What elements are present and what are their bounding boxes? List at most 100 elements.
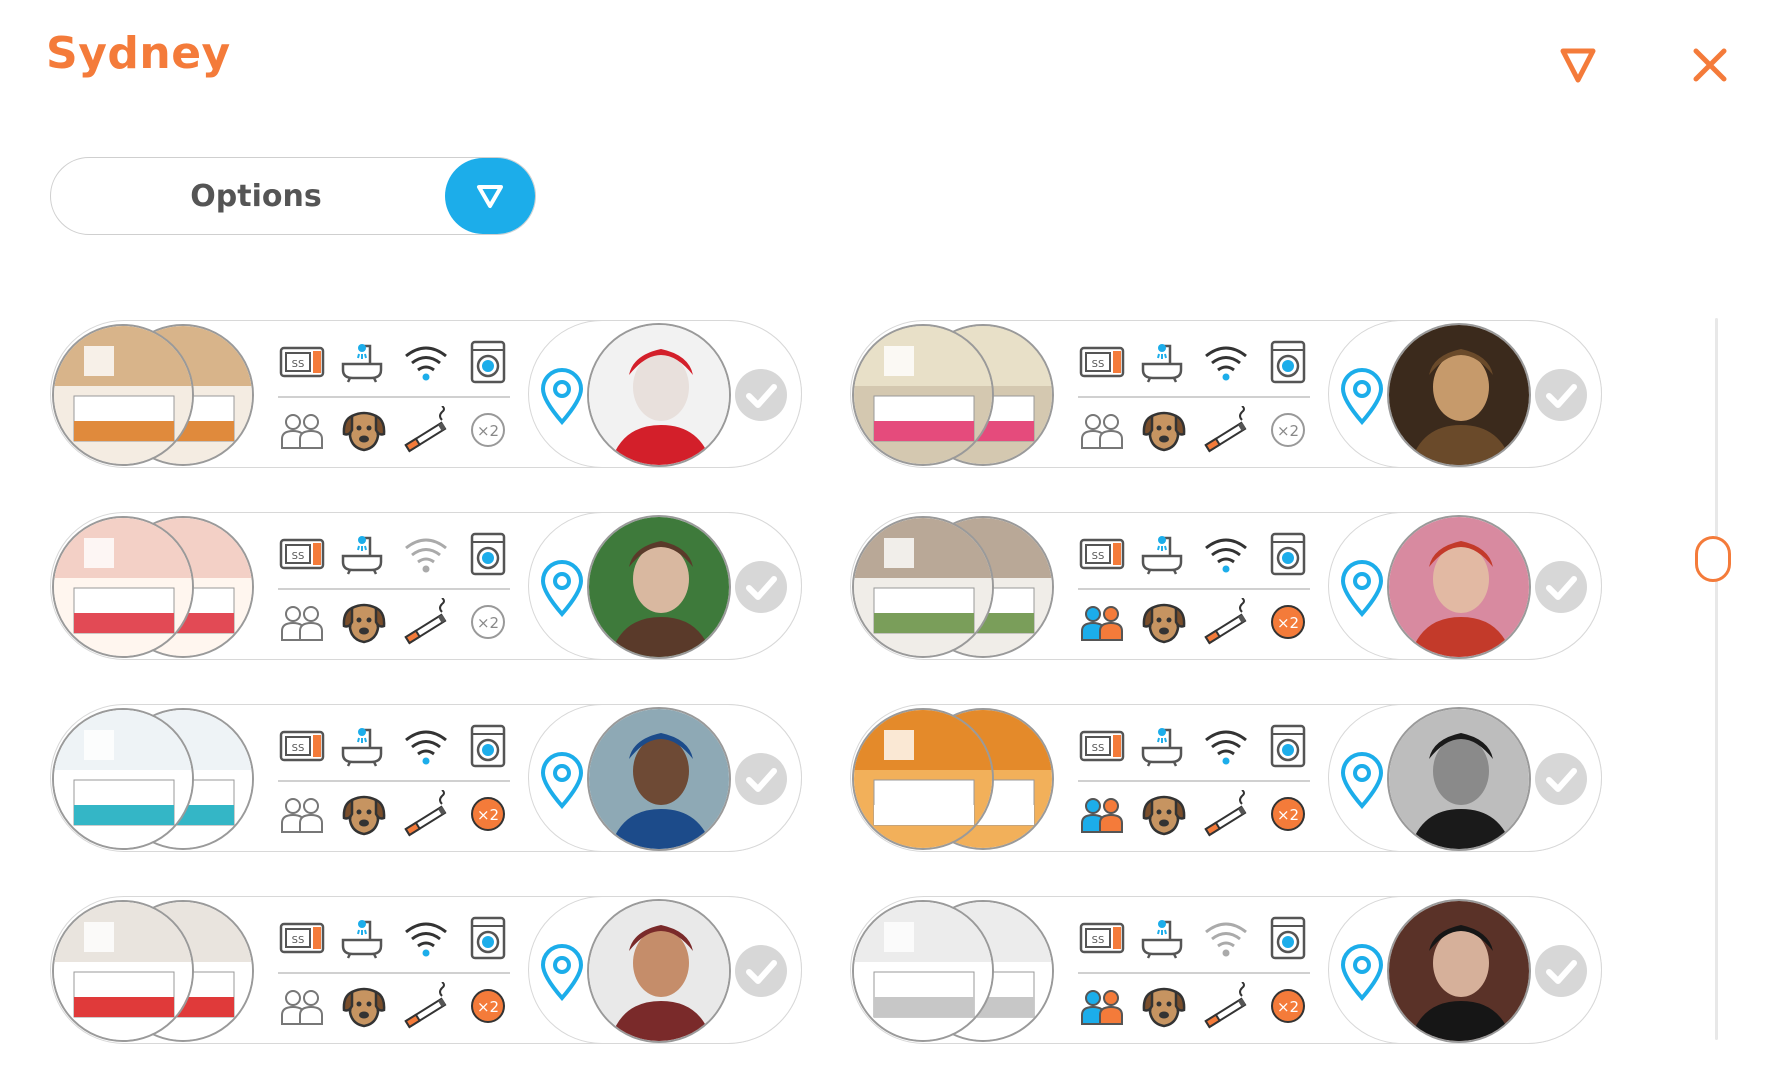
host-section — [1328, 896, 1602, 1044]
smoking-icon — [1202, 789, 1250, 838]
microwave-icon: SS — [1078, 914, 1126, 962]
host-avatar[interactable] — [1387, 323, 1531, 467]
room-photo[interactable] — [52, 900, 194, 1042]
scrollbar-thumb[interactable] — [1695, 536, 1731, 582]
washing-machine-icon — [1264, 338, 1312, 386]
select-check-button[interactable] — [1535, 753, 1587, 805]
guests-icon — [278, 790, 326, 838]
pet-dog-icon — [340, 982, 388, 1030]
guests-icon — [278, 982, 326, 1030]
host-section — [1328, 512, 1602, 660]
double-occupancy-icon: ×2 — [1264, 790, 1312, 838]
room-photo[interactable] — [52, 516, 194, 658]
close-icon[interactable] — [1690, 45, 1730, 85]
host-avatar[interactable] — [587, 707, 731, 851]
location-pin-icon[interactable] — [539, 559, 585, 618]
listing-card[interactable]: SS ×2 — [50, 512, 804, 662]
host-avatar[interactable] — [587, 515, 731, 659]
amenities: SS ×2 — [1078, 338, 1310, 454]
amenities: SS ×2 — [1078, 530, 1310, 646]
select-check-button[interactable] — [735, 753, 787, 805]
washing-machine-icon — [1264, 722, 1312, 770]
select-check-button[interactable] — [1535, 369, 1587, 421]
guests-icon — [1078, 598, 1126, 646]
room-photo[interactable] — [52, 708, 194, 850]
svg-text:SS: SS — [1092, 551, 1105, 562]
select-check-button[interactable] — [735, 369, 787, 421]
wifi-icon — [402, 530, 450, 578]
wifi-icon — [1202, 338, 1250, 386]
wifi-icon — [402, 338, 450, 386]
select-check-button[interactable] — [735, 561, 787, 613]
checkmark-icon — [1546, 576, 1577, 600]
double-occupancy-icon: ×2 — [1264, 598, 1312, 646]
microwave-icon: SS — [278, 530, 326, 578]
double-occupancy-icon: ×2 — [464, 982, 512, 1030]
amenities-divider — [278, 780, 510, 782]
host-avatar[interactable] — [587, 899, 731, 1043]
select-check-button[interactable] — [1535, 945, 1587, 997]
host-avatar[interactable] — [1387, 515, 1531, 659]
svg-text:SS: SS — [1092, 359, 1105, 370]
options-label: Options — [190, 178, 322, 214]
room-photo[interactable] — [852, 324, 994, 466]
checkmark-icon — [1546, 960, 1577, 984]
washing-machine-icon — [464, 722, 512, 770]
listing-card[interactable]: SS ×2 — [850, 704, 1604, 854]
host-section — [528, 512, 802, 660]
room-photo[interactable] — [52, 324, 194, 466]
svg-text:×2: ×2 — [1277, 614, 1299, 632]
listing-card[interactable]: SS ×2 — [850, 896, 1604, 1046]
bathtub-shower-icon — [1138, 722, 1186, 770]
host-avatar[interactable] — [587, 323, 731, 467]
svg-text:SS: SS — [1092, 743, 1105, 754]
location-pin-icon[interactable] — [539, 943, 585, 1002]
location-pin-icon[interactable] — [539, 751, 585, 810]
bathtub-shower-icon — [338, 530, 386, 578]
guests-icon — [1078, 982, 1126, 1030]
smoking-icon — [402, 789, 450, 838]
amenities-divider — [1078, 396, 1310, 398]
amenities-divider — [278, 396, 510, 398]
location-pin-icon[interactable] — [1339, 751, 1385, 810]
wifi-icon — [402, 722, 450, 770]
microwave-icon: SS — [1078, 722, 1126, 770]
svg-text:×2: ×2 — [1277, 998, 1299, 1016]
room-photo[interactable] — [852, 900, 994, 1042]
filter-triangle-icon[interactable] — [1558, 45, 1598, 85]
options-toggle-button[interactable] — [445, 158, 535, 234]
amenities-divider — [1078, 780, 1310, 782]
smoking-icon — [402, 597, 450, 646]
host-section — [528, 320, 802, 468]
options-dropdown[interactable]: Options — [50, 157, 536, 235]
host-avatar[interactable] — [1387, 707, 1531, 851]
amenities: SS ×2 — [278, 914, 510, 1030]
listing-card[interactable]: SS ×2 — [50, 704, 804, 854]
checkmark-icon — [1546, 768, 1577, 792]
bathtub-shower-icon — [1138, 914, 1186, 962]
room-photo[interactable] — [852, 516, 994, 658]
room-photo[interactable] — [852, 708, 994, 850]
double-occupancy-icon: ×2 — [464, 598, 512, 646]
listing-card[interactable]: SS ×2 — [850, 320, 1604, 470]
listing-card[interactable]: SS ×2 — [50, 896, 804, 1046]
select-check-button[interactable] — [1535, 561, 1587, 613]
location-pin-icon[interactable] — [1339, 367, 1385, 426]
scrollbar-track[interactable] — [1715, 318, 1718, 1040]
location-pin-icon[interactable] — [1339, 559, 1385, 618]
guests-icon — [1078, 790, 1126, 838]
listing-card[interactable]: SS ×2 — [50, 320, 804, 470]
location-pin-icon[interactable] — [1339, 943, 1385, 1002]
bathtub-shower-icon — [1138, 338, 1186, 386]
bathtub-shower-icon — [338, 338, 386, 386]
listing-card[interactable]: SS ×2 — [850, 512, 1604, 662]
svg-text:×2: ×2 — [477, 998, 499, 1016]
pet-dog-icon — [340, 790, 388, 838]
select-check-button[interactable] — [735, 945, 787, 997]
location-pin-icon[interactable] — [539, 367, 585, 426]
guests-icon — [1078, 406, 1126, 454]
pet-dog-icon — [1140, 982, 1188, 1030]
wifi-icon — [1202, 914, 1250, 962]
host-avatar[interactable] — [1387, 899, 1531, 1043]
amenities-divider — [1078, 588, 1310, 590]
